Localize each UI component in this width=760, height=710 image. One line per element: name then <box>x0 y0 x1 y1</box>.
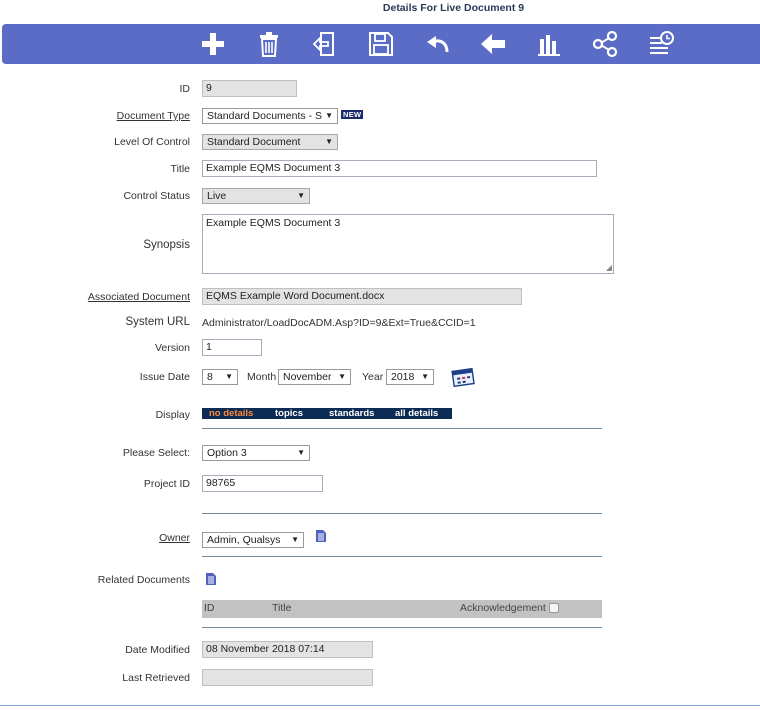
chevron-down-icon: ▼ <box>325 111 333 120</box>
resize-grip-icon[interactable]: ◢ <box>606 263 612 272</box>
project-id-input[interactable]: 98765 <box>202 475 323 492</box>
reports-button[interactable] <box>535 30 563 58</box>
display-label: Display <box>155 409 190 421</box>
system-url-label: System URL <box>125 316 190 328</box>
chevron-down-icon: ▼ <box>297 191 305 200</box>
back-arrow-icon <box>481 34 505 54</box>
date-modified-field: 08 November 2018 07:14 <box>202 641 373 658</box>
please-select-value: Option 3 <box>207 447 247 459</box>
checkout-icon <box>312 32 334 56</box>
tab-standards[interactable]: standards <box>329 408 374 419</box>
issue-year-select[interactable]: 2018 ▼ <box>386 369 434 385</box>
associated-document-link[interactable]: Associated Document <box>88 291 190 303</box>
owner-link[interactable]: Owner <box>159 532 190 544</box>
undo-icon <box>427 36 449 53</box>
system-url-value: Administrator/LoadDocADM.Asp?ID=9&Ext=Tr… <box>202 317 476 329</box>
add-button[interactable] <box>199 30 227 58</box>
document-type-value: Standard Documents - S <box>207 110 322 122</box>
history-button[interactable] <box>647 30 675 58</box>
chevron-down-icon: ▼ <box>338 372 346 381</box>
related-documents-header: ID Title Acknowledgement <box>202 600 602 618</box>
version-label: Version <box>154 342 190 354</box>
issue-day-select[interactable]: 8 ▼ <box>202 369 238 385</box>
document-type-select[interactable]: Standard Documents - S ▼ <box>202 108 338 124</box>
display-tabs: no details topics standards all details <box>202 408 452 419</box>
divider <box>202 513 602 514</box>
add-icon <box>202 33 224 55</box>
version-input[interactable]: 1 <box>202 339 262 356</box>
share-button[interactable] <box>591 30 619 58</box>
document-type-link[interactable]: Document Type <box>117 110 190 122</box>
control-status-label: Control Status <box>123 190 190 202</box>
issue-year-label: Year <box>362 371 384 383</box>
synopsis-textarea[interactable]: Example EQMS Document 3 ◢ <box>202 214 614 274</box>
last-retrieved-label: Last Retrieved <box>122 672 190 684</box>
save-icon <box>369 32 393 56</box>
acknowledgement-checkbox[interactable] <box>549 603 559 613</box>
chevron-down-icon: ▼ <box>421 372 429 381</box>
delete-button[interactable] <box>255 30 283 58</box>
synopsis-text: Example EQMS Document 3 <box>206 217 341 229</box>
please-select-label: Please Select: <box>122 447 190 459</box>
level-of-control-select[interactable]: Standard Document ▼ <box>202 134 338 150</box>
save-button[interactable] <box>367 30 395 58</box>
last-retrieved-field <box>202 669 373 686</box>
column-acknowledgement: Acknowledgement <box>460 602 546 614</box>
project-id-label: Project ID <box>143 478 190 490</box>
chevron-down-icon: ▼ <box>225 372 233 381</box>
bar-chart-icon <box>538 35 560 56</box>
issue-year-value: 2018 <box>391 371 415 383</box>
owner-value: Admin, Qualsys <box>207 534 281 546</box>
issue-month-value: November <box>283 371 332 383</box>
level-of-control-value: Standard Document <box>207 136 301 148</box>
history-list-icon <box>650 31 674 54</box>
column-id: ID <box>204 602 215 614</box>
date-modified-label: Date Modified <box>125 644 190 656</box>
title-label: Title <box>170 163 190 175</box>
related-documents-label: Related Documents <box>97 574 190 586</box>
footer-divider <box>0 705 760 706</box>
chevron-down-icon: ▼ <box>297 448 305 457</box>
owner-document-icon[interactable] <box>315 529 327 543</box>
tab-topics[interactable]: topics <box>275 408 303 419</box>
share-icon <box>592 30 618 58</box>
id-field: 9 <box>202 80 297 97</box>
chevron-down-icon: ▼ <box>291 535 299 544</box>
new-badge: NEW <box>341 110 364 119</box>
level-of-control-label: Level Of Control <box>114 136 190 148</box>
control-status-select[interactable]: Live ▼ <box>202 188 310 204</box>
id-label: ID <box>179 83 191 95</box>
checkout-button[interactable] <box>311 30 339 58</box>
control-status-value: Live <box>207 190 227 202</box>
title-input[interactable]: Example EQMS Document 3 <box>202 160 597 177</box>
tab-no-details[interactable]: no details <box>209 408 253 419</box>
column-title: Title <box>272 602 292 614</box>
tab-all-details[interactable]: all details <box>395 408 438 419</box>
back-button[interactable] <box>479 30 507 58</box>
divider <box>202 627 602 628</box>
chevron-down-icon: ▼ <box>325 137 333 146</box>
calendar-icon[interactable] <box>451 367 475 388</box>
issue-month-select[interactable]: November ▼ <box>278 369 351 385</box>
owner-select[interactable]: Admin, Qualsys ▼ <box>202 532 304 548</box>
divider <box>202 428 602 429</box>
issue-date-label: Issue Date <box>139 371 190 383</box>
trash-icon <box>260 32 278 57</box>
issue-month-label: Month <box>247 371 277 383</box>
toolbar <box>2 24 760 64</box>
synopsis-label: Synopsis <box>143 239 190 251</box>
page-title: Details For Live Document 9 <box>382 2 525 14</box>
undo-button[interactable] <box>423 30 451 58</box>
related-documents-icon[interactable] <box>205 572 217 586</box>
divider <box>202 556 602 557</box>
associated-document-field: EQMS Example Word Document.docx <box>202 288 522 305</box>
please-select-dropdown[interactable]: Option 3 ▼ <box>202 445 310 461</box>
issue-day-value: 8 <box>207 371 213 383</box>
